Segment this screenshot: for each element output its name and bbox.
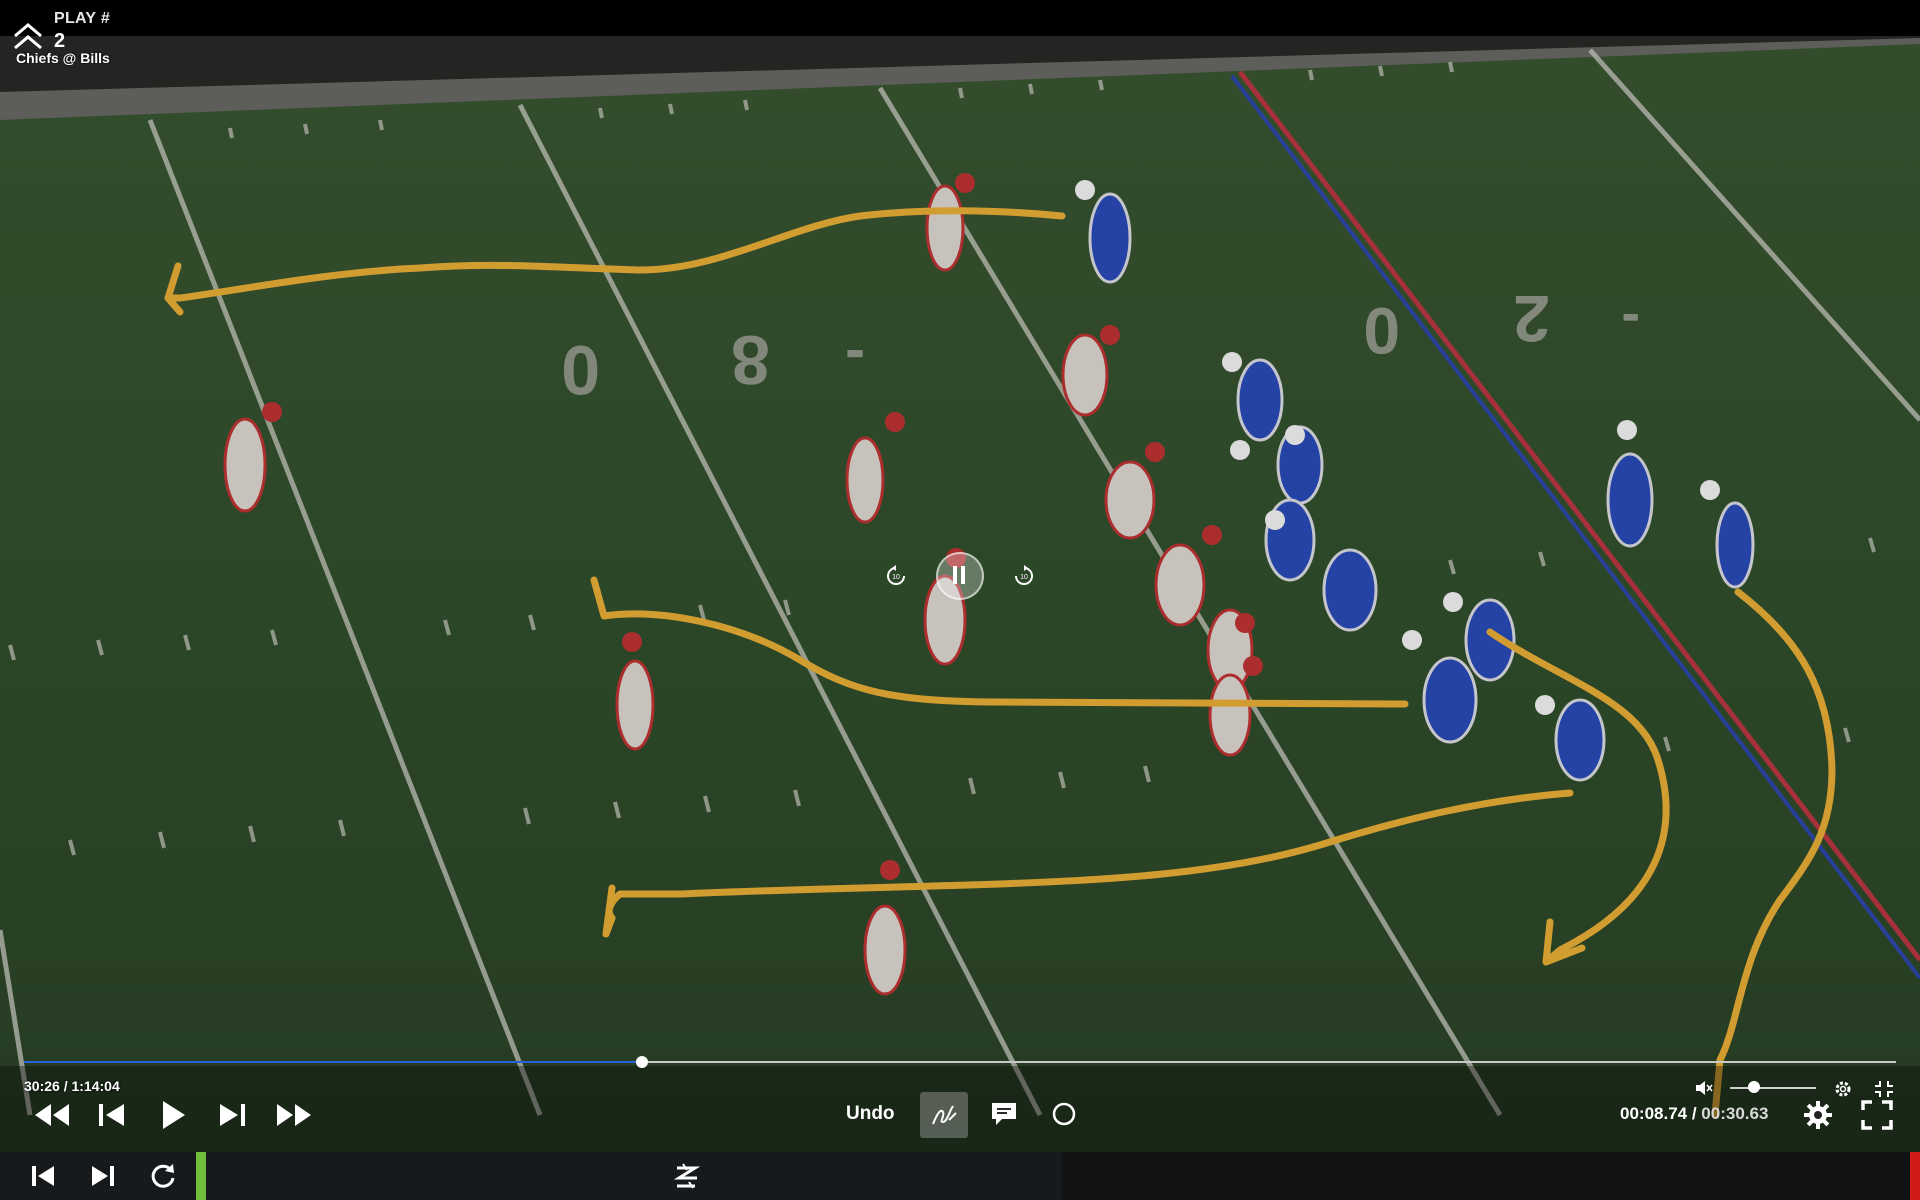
rewind-icon bbox=[35, 1104, 69, 1126]
clip-time-separator: / bbox=[1687, 1104, 1702, 1123]
svg-text:10: 10 bbox=[1020, 574, 1028, 581]
replay-icon bbox=[151, 1164, 175, 1188]
exit-fullscreen-icon bbox=[1875, 1081, 1893, 1097]
play-button[interactable] bbox=[156, 1096, 190, 1134]
step-back-icon bbox=[99, 1104, 124, 1126]
clip-time: 00:08.74 / 00:30.63 bbox=[1620, 1104, 1768, 1124]
play-label: PLAY # bbox=[54, 10, 111, 27]
timeline-marker-start bbox=[196, 1152, 206, 1200]
logo-icon bbox=[673, 1163, 701, 1189]
clip-time-total: 00:30.63 bbox=[1701, 1104, 1769, 1123]
gear-icon bbox=[1804, 1101, 1832, 1129]
step-back-button[interactable] bbox=[94, 1098, 128, 1132]
fast-forward-icon bbox=[277, 1104, 311, 1126]
matchup-title: Chiefs @ Bills bbox=[16, 50, 110, 66]
svg-text:10: 10 bbox=[892, 574, 900, 581]
next-play-button[interactable] bbox=[86, 1160, 120, 1192]
rewind-button[interactable] bbox=[32, 1098, 72, 1132]
pen-tool-icon bbox=[932, 1105, 957, 1125]
circle-tool-icon bbox=[1052, 1102, 1076, 1126]
timeline-track[interactable] bbox=[1062, 1152, 1920, 1200]
rewind-10-icon: 10 bbox=[887, 565, 905, 585]
playlist-bar bbox=[0, 1152, 1920, 1200]
replay-button[interactable] bbox=[146, 1160, 180, 1192]
comment-icon bbox=[992, 1103, 1016, 1125]
center-pause-button[interactable] bbox=[936, 552, 984, 600]
settings-icon bbox=[1835, 1081, 1851, 1097]
progress-fill bbox=[24, 1061, 642, 1063]
progress-handle[interactable] bbox=[635, 1056, 648, 1068]
clip-time-current: 00:08.74 bbox=[1620, 1104, 1688, 1123]
app-logo bbox=[668, 1158, 706, 1194]
video-player[interactable]: 0 8 - 0 2 - 10 10 30:26 / 1:14:04 Undo 0… bbox=[0, 0, 1920, 1152]
step-forward-button[interactable] bbox=[216, 1098, 250, 1132]
fullscreen-icon bbox=[1861, 1100, 1893, 1130]
timeline-marker-end bbox=[1910, 1152, 1920, 1200]
settings-button[interactable] bbox=[1800, 1098, 1836, 1132]
undo-button[interactable]: Undo bbox=[846, 1103, 895, 1125]
fast-forward-button[interactable] bbox=[274, 1098, 314, 1132]
pause-icon bbox=[953, 566, 965, 584]
volume-slider[interactable] bbox=[1730, 1081, 1816, 1093]
skip-previous-icon bbox=[32, 1166, 54, 1186]
mute-icon bbox=[1696, 1081, 1713, 1095]
comment-button[interactable] bbox=[988, 1098, 1020, 1130]
pen-tool-button[interactable] bbox=[920, 1092, 968, 1138]
forward-10-button[interactable]: 10 bbox=[1012, 564, 1036, 588]
fullscreen-button[interactable] bbox=[1858, 1098, 1896, 1132]
step-forward-icon bbox=[220, 1104, 245, 1126]
exit-fullscreen-small-button[interactable] bbox=[1872, 1078, 1896, 1100]
progress-scrubber[interactable] bbox=[24, 1056, 1896, 1068]
rewind-10-button[interactable]: 10 bbox=[884, 564, 908, 588]
game-timecode: 30:26 / 1:14:04 bbox=[24, 1078, 120, 1094]
play-icon bbox=[163, 1101, 185, 1129]
skip-next-icon bbox=[92, 1166, 114, 1186]
previous-play-button[interactable] bbox=[26, 1160, 60, 1192]
top-bar bbox=[0, 0, 1920, 36]
mute-button[interactable] bbox=[1694, 1078, 1714, 1098]
settings-small-button[interactable] bbox=[1832, 1078, 1854, 1100]
play-header: PLAY # 2 Chiefs @ Bills bbox=[12, 8, 152, 68]
volume-handle[interactable] bbox=[1748, 1081, 1761, 1093]
forward-10-icon: 10 bbox=[1015, 565, 1033, 585]
double-chevron-up-icon[interactable] bbox=[12, 22, 44, 52]
circle-tool-button[interactable] bbox=[1048, 1098, 1080, 1130]
